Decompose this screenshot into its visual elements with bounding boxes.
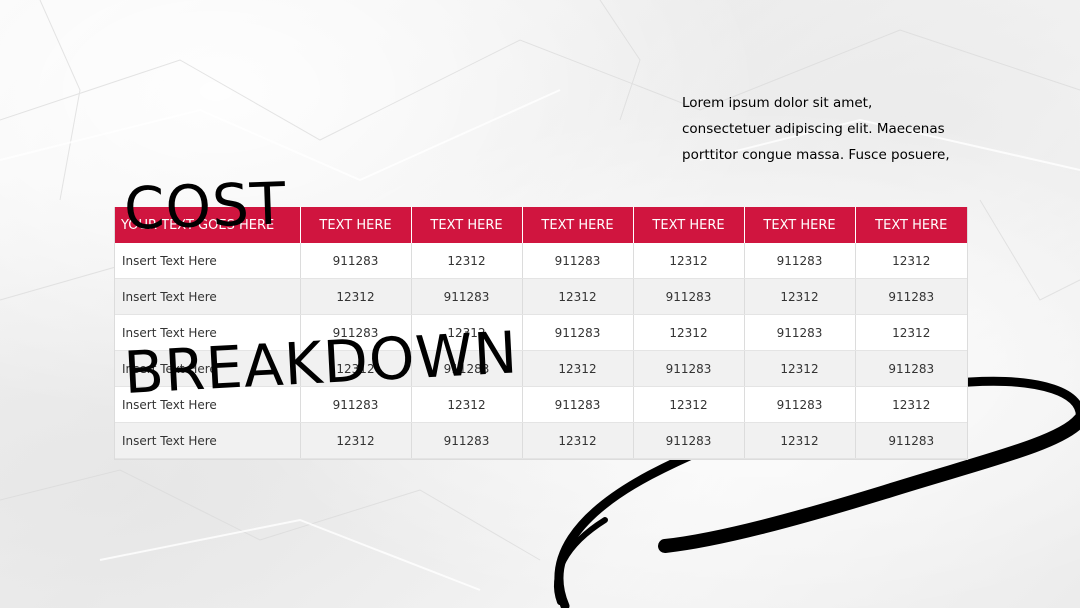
table-cell: 12312: [855, 314, 967, 351]
slide-title: COST BREAKDOWN: [122, 86, 584, 496]
table-header-cell: TEXT HERE: [855, 207, 967, 243]
table-cell: 911283: [744, 386, 856, 423]
table-header-cell: TEXT HERE: [744, 207, 856, 243]
table-cell: 911283: [855, 350, 967, 387]
table-cell: 911283: [855, 278, 967, 315]
table-cell: 12312: [744, 422, 856, 459]
table-cell: 911283: [744, 243, 856, 279]
table-cell: 911283: [633, 422, 745, 459]
table-cell: 12312: [855, 386, 967, 423]
table-cell: 12312: [855, 243, 967, 279]
table-cell: 911283: [855, 422, 967, 459]
title-line-2: BREAKDOWN: [122, 318, 520, 407]
table-header-cell: TEXT HERE: [633, 207, 745, 243]
table-cell: 911283: [744, 314, 856, 351]
table-cell: 12312: [633, 243, 745, 279]
table-cell: 12312: [633, 386, 745, 423]
table-cell: 12312: [744, 278, 856, 315]
table-cell: 12312: [633, 314, 745, 351]
title-line-1: COST: [122, 169, 288, 243]
table-cell: 911283: [633, 350, 745, 387]
table-cell: 911283: [633, 278, 745, 315]
table-cell: 12312: [744, 350, 856, 387]
slide-description: Lorem ipsum dolor sit amet, consectetuer…: [682, 95, 950, 163]
